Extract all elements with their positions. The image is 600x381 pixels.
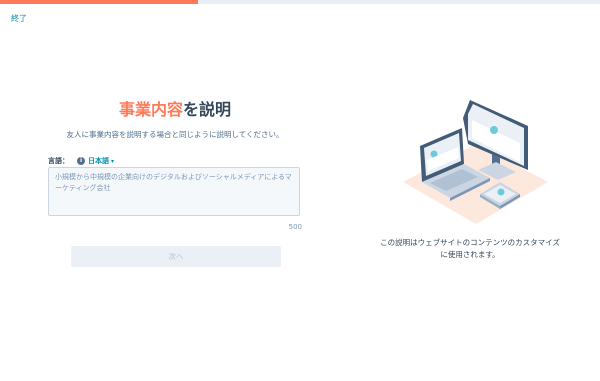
devices-illustration <box>403 100 548 224</box>
info-icon[interactable]: i <box>77 157 85 165</box>
language-value: 日本語 <box>88 157 109 165</box>
character-count: 500 <box>288 223 302 231</box>
language-dropdown[interactable]: 日本語 ▾ <box>88 156 114 166</box>
progress-track <box>0 0 600 4</box>
page-title-rest: を説明 <box>183 100 232 119</box>
page-title: 事業内容を説明 <box>48 96 302 120</box>
next-button[interactable]: 次へ <box>71 246 281 267</box>
business-description-textarea[interactable]: 小規模から中規模の企業向けのデジタルおよびソーシャルメディアによるマーケティング… <box>48 167 300 216</box>
exit-link[interactable]: 終了 <box>11 13 27 24</box>
language-label: 言語： <box>48 157 69 165</box>
caption-line-1: この説明はウェブサイトのコンテンツのカスタマイズ <box>380 238 560 247</box>
page-subtitle: 友人に事業内容を説明する場合と同じように説明してください。 <box>66 130 284 139</box>
caption-line-2: に使用されます。 <box>440 249 500 259</box>
progress-bar <box>0 0 198 4</box>
language-row: 言語： i 日本語 ▾ <box>48 155 114 167</box>
illustration-caption: この説明はウェブサイトのコンテンツのカスタマイズ に使用されます。 <box>370 237 570 260</box>
page-title-accent: 事業内容 <box>118 100 183 119</box>
chevron-down-icon: ▾ <box>111 157 115 165</box>
